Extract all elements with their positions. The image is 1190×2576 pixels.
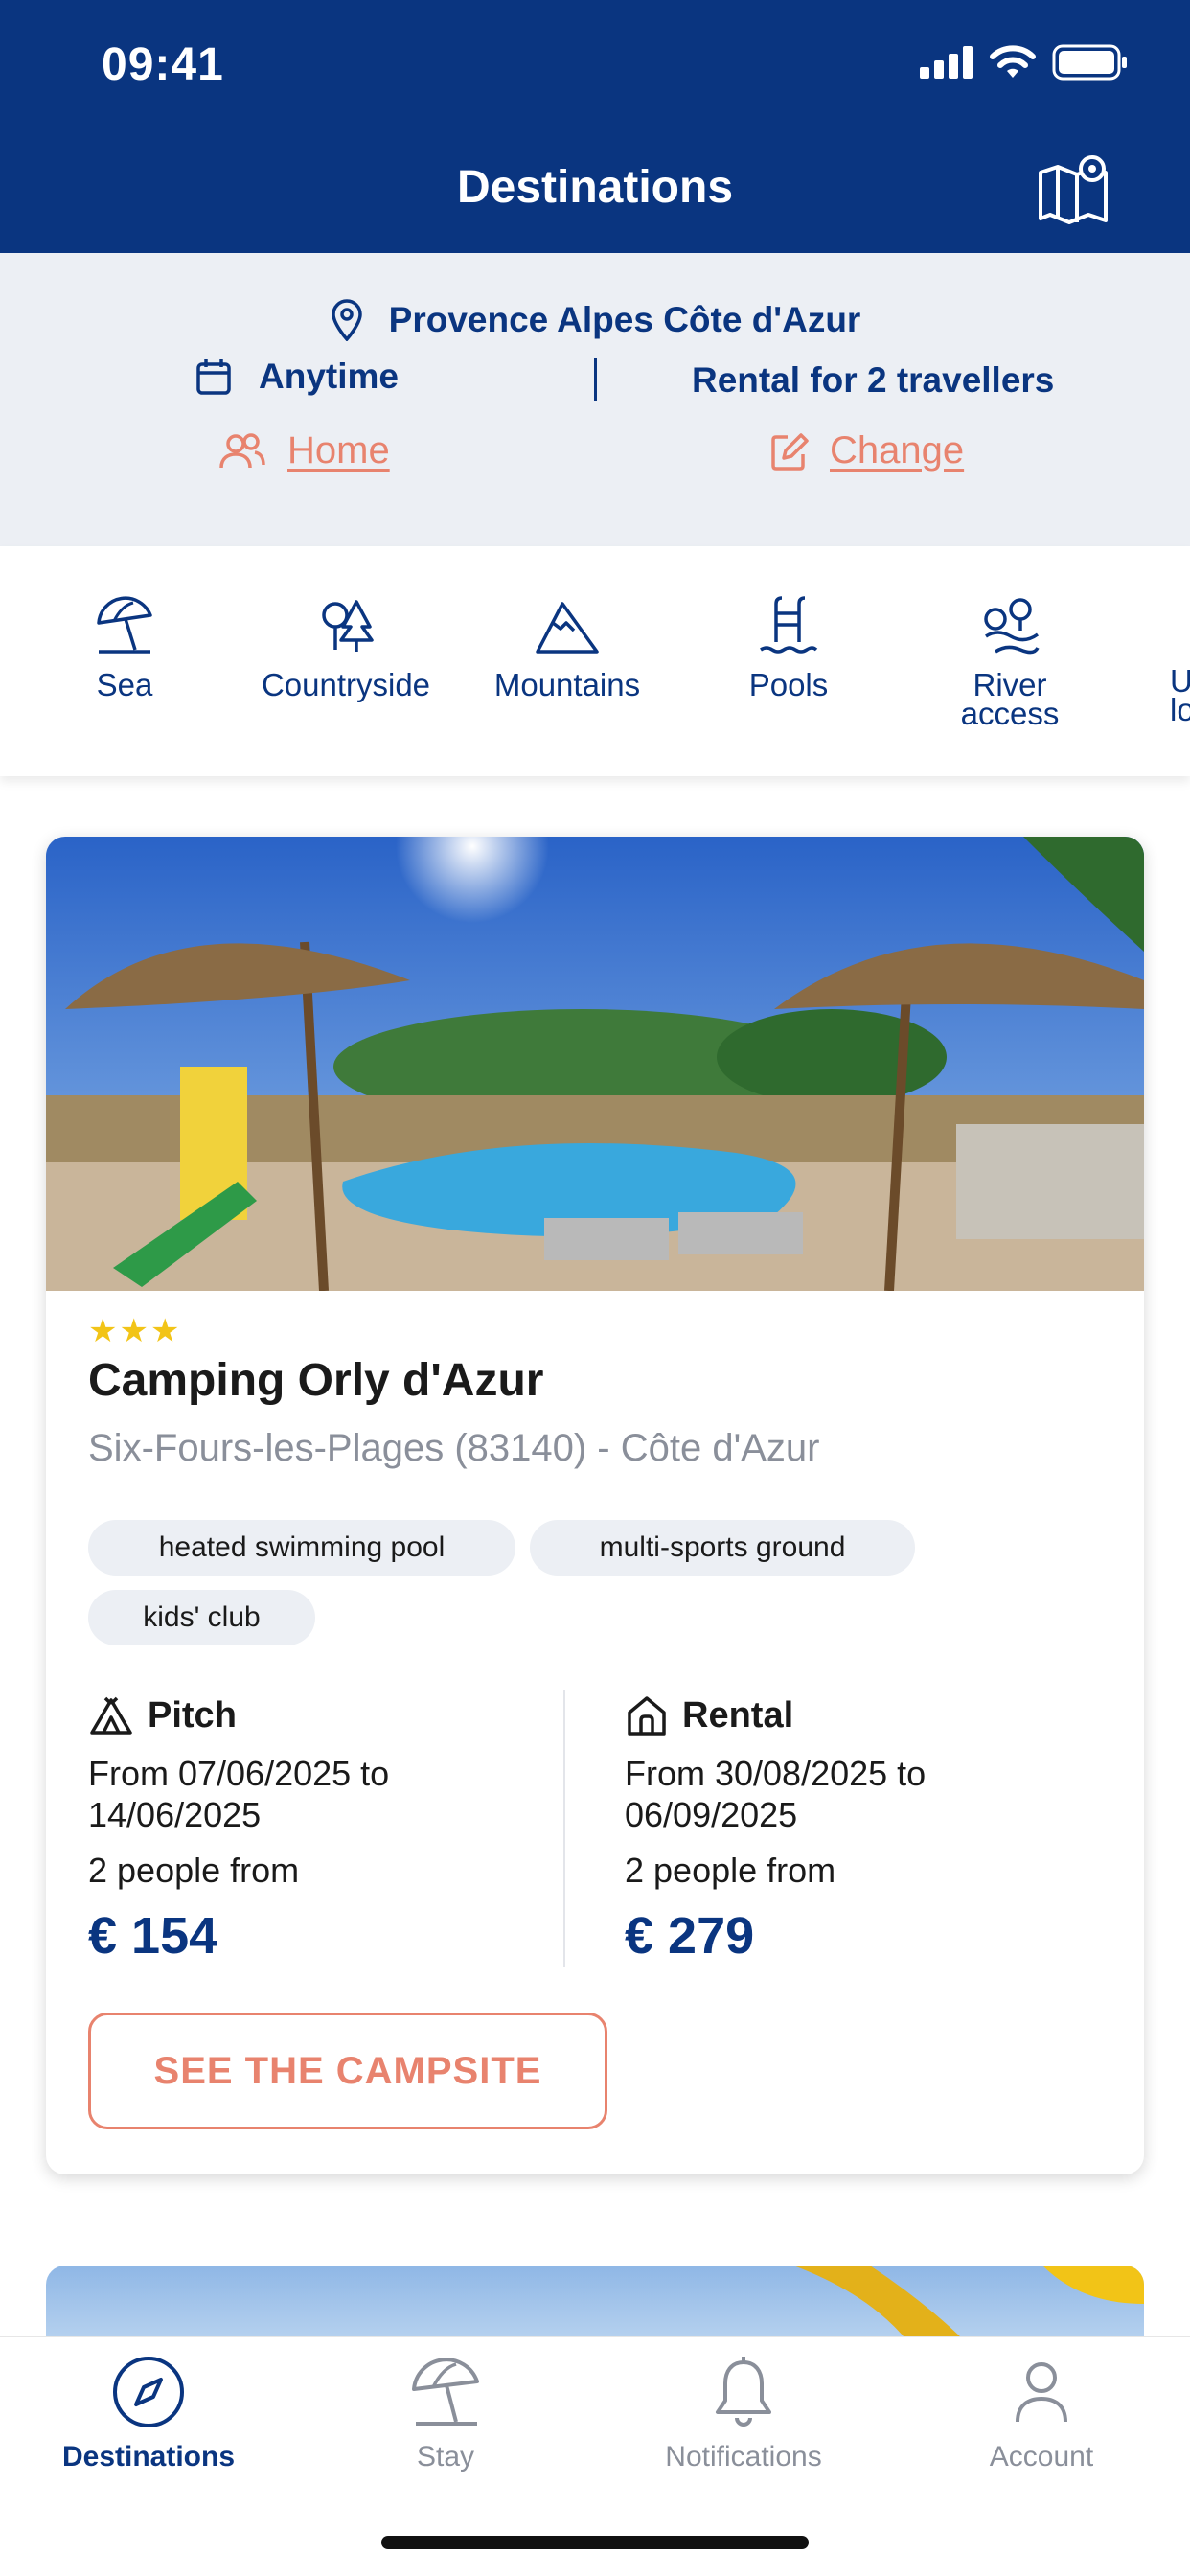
tab-destinations[interactable]: Destinations [5, 2355, 292, 2473]
pitch-title: Pitch [148, 1694, 237, 1736]
change-link-label: Change [830, 429, 965, 472]
tab-notifications[interactable]: Notifications [600, 2355, 887, 2473]
tab-label: Account [989, 2441, 1094, 2472]
battery-icon [1052, 44, 1127, 80]
beach-umbrella-icon [412, 2358, 479, 2426]
compass-icon [113, 2357, 184, 2427]
category-sea[interactable]: Sea [29, 594, 220, 702]
feature-tag: kids' club [88, 1590, 315, 1645]
users-icon [219, 432, 265, 468]
category-river-access[interactable]: River access [914, 594, 1106, 731]
category-scroller[interactable]: Sea Countryside Mountains Pools River ac… [0, 546, 1190, 776]
category-countryside[interactable]: Countryside [250, 594, 442, 702]
rental-price: € 279 [625, 1907, 755, 1965]
tab-stay[interactable]: Stay [302, 2355, 589, 2473]
map-view-button[interactable] [1035, 153, 1111, 226]
pitch-price: € 154 [88, 1907, 218, 1965]
see-campsite-button[interactable]: SEE THE CAMPSITE [88, 2012, 607, 2129]
criteria-divider [594, 358, 597, 401]
category-label: Mountains [493, 667, 641, 702]
location-pin-icon [331, 299, 362, 341]
next-campsite-card[interactable] [46, 2266, 1144, 2342]
tent-icon [90, 1696, 132, 1735]
campsite-name: Camping Orly d'Azur [88, 1355, 544, 1406]
category-partial[interactable]: U lo [1135, 665, 1190, 727]
dates-label: Anytime [259, 356, 399, 396]
bell-icon [716, 2357, 771, 2426]
pool-ladder-icon [760, 596, 818, 654]
wifi-icon [990, 45, 1036, 78]
calendar-icon [196, 359, 231, 395]
rental-offer: Rental From 30/08/2025 to 06/09/2025 2 p… [625, 1691, 1104, 1966]
trees-icon [322, 600, 374, 652]
status-time: 09:41 [102, 39, 224, 90]
pitch-people: 2 people from [88, 1851, 300, 1890]
edit-icon [771, 432, 809, 471]
category-label: Pools [748, 667, 829, 702]
rental-dates: From 30/08/2025 to 06/09/2025 [625, 1754, 927, 1834]
status-icons [920, 44, 1129, 80]
map-icon [1039, 155, 1108, 224]
user-icon [1016, 2362, 1067, 2423]
mountain-icon [536, 602, 599, 654]
river-access-icon [984, 598, 1040, 655]
feature-tag: heated swimming pool [88, 1520, 515, 1576]
dates-filter[interactable]: Anytime [195, 356, 399, 397]
campsite-location: Six-Fours-les-Plages (83140) - Côte d'Az… [88, 1427, 820, 1469]
pitch-offer: Pitch From 07/06/2025 to 14/06/2025 2 pe… [88, 1691, 567, 1966]
search-location[interactable]: Provence Alpes Côte d'Azur [0, 299, 1190, 341]
next-campsite-photo [793, 2266, 1144, 2342]
category-label-line2: access [960, 696, 1060, 731]
campsite-card[interactable]: ★★★ Camping Orly d'Azur Six-Fours-les-Pl… [46, 837, 1144, 2174]
feature-tag: multi-sports ground [530, 1520, 915, 1576]
page-title: Destinations [456, 162, 734, 213]
rental-people: 2 people from [625, 1851, 836, 1890]
category-label-line2: lo [1170, 692, 1190, 727]
tab-label: Stay [416, 2441, 475, 2472]
pitch-dates: From 07/06/2025 to 14/06/2025 [88, 1754, 390, 1834]
tab-label: Notifications [665, 2441, 822, 2472]
category-label: Countryside [261, 667, 431, 702]
category-pools[interactable]: Pools [693, 594, 884, 702]
home-indicator [381, 2536, 809, 2549]
travellers-filter[interactable]: Rental for 2 travellers [692, 360, 1054, 401]
category-label: Sea [96, 667, 153, 702]
location-label: Provence Alpes Côte d'Azur [388, 300, 861, 339]
signal-icon [920, 46, 973, 79]
search-actions-row: Home Change [0, 429, 1190, 487]
search-criteria-row: Anytime Rental for 2 travellers [0, 356, 1190, 404]
app-header: 09:41 Destinations [0, 0, 1190, 253]
change-search-link[interactable]: Change [770, 429, 964, 472]
home-link[interactable]: Home [218, 429, 390, 472]
house-icon [628, 1696, 666, 1736]
rental-title: Rental [682, 1694, 794, 1736]
home-link-label: Home [287, 429, 390, 472]
category-mountains[interactable]: Mountains [471, 594, 663, 702]
tab-label: Destinations [61, 2441, 236, 2472]
campsite-photo [46, 837, 1144, 1291]
star-rating: ★★★ [88, 1313, 182, 1349]
tab-account[interactable]: Account [898, 2355, 1185, 2473]
beach-umbrella-icon [97, 596, 152, 654]
